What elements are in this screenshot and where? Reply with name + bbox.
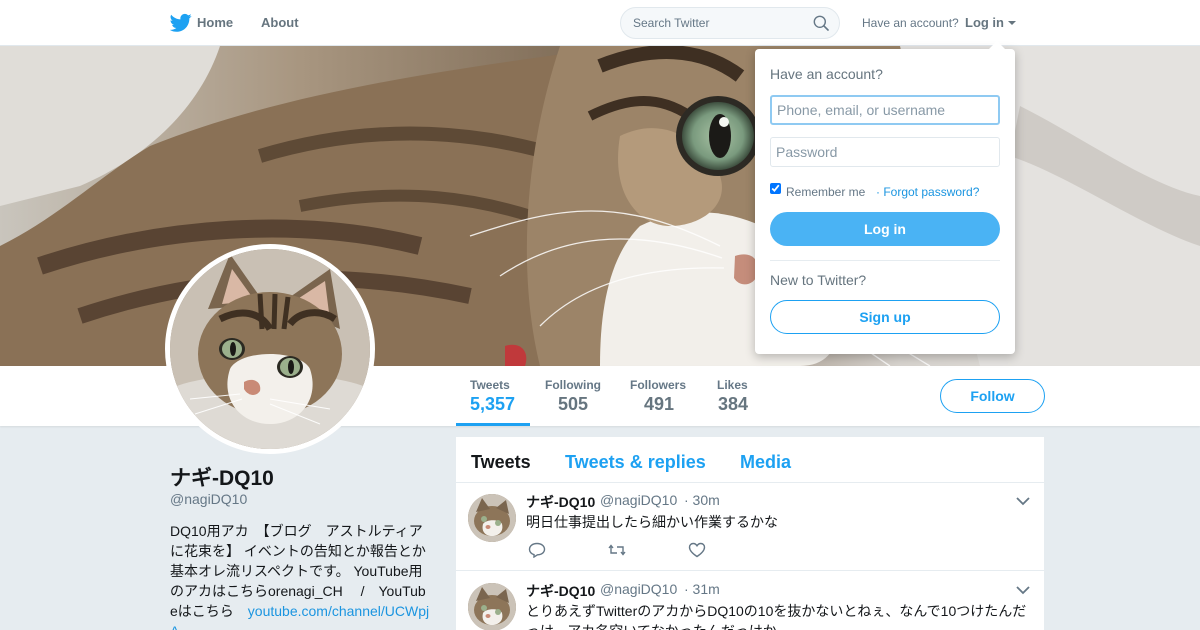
like-heart-icon[interactable] (688, 542, 706, 558)
stat-following-label: Following (545, 378, 601, 392)
tweet-avatar[interactable] (468, 583, 516, 630)
nav-login-link[interactable]: Log in (965, 15, 1004, 30)
stat-tweets-value: 5,357 (470, 394, 516, 414)
tweet-text: とりあえずTwitterのアカからDQ10の10を抜かないとねぇ、なんで10つけ… (526, 603, 1027, 630)
have-account-text: Have an account? (862, 16, 959, 30)
remember-me-checkbox[interactable] (770, 183, 781, 194)
profile-bio: DQ10用アカ 【ブログ アストルティアに花束を】 イベントの告知とか報告とか … (170, 521, 432, 630)
stat-following[interactable]: Following 505 (545, 378, 601, 415)
timeline-tabs: Tweets Tweets & replies Media (456, 437, 1044, 483)
tweet-text: 明日仕事提出したら細かい作業するかな (526, 514, 778, 530)
tweet-item[interactable]: ナギ-DQ10 @nagiDQ10 · 31m とりあえずTwitterのアカか… (456, 572, 1044, 630)
tweet-author-name[interactable]: ナギ-DQ10 (526, 492, 595, 512)
avatar[interactable] (165, 244, 375, 454)
stat-followers[interactable]: Followers 491 (630, 378, 686, 415)
tweet-item[interactable]: ナギ-DQ10 @nagiDQ10 · 30m 明日仕事提出したら細かい作業する… (456, 483, 1044, 571)
stat-likes[interactable]: Likes 384 (717, 378, 748, 415)
search-input[interactable] (633, 14, 803, 32)
username-field[interactable] (770, 95, 1000, 125)
active-stat-underline (456, 423, 530, 426)
password-field[interactable] (770, 137, 1000, 167)
nav-about-link[interactable]: About (261, 15, 299, 30)
stat-followers-value: 491 (644, 394, 675, 414)
timeline: Tweets Tweets & replies Media ナギ-DQ10 @n… (456, 437, 1044, 630)
tweet-avatar[interactable] (468, 494, 516, 542)
stat-tweets[interactable]: Tweets 5,357 (470, 378, 515, 415)
tab-tweets[interactable]: Tweets (471, 452, 531, 473)
login-button[interactable]: Log in (770, 212, 1000, 246)
tweet-author-name[interactable]: ナギ-DQ10 (526, 581, 595, 601)
profile-handle[interactable]: @nagiDQ10 (170, 491, 247, 507)
dropdown-divider (770, 260, 1000, 261)
top-navigation: Home About Have an account? Log in (0, 0, 1200, 46)
tab-media[interactable]: Media (740, 452, 791, 473)
reply-icon[interactable] (528, 542, 546, 558)
forgot-password-link[interactable]: · Forgot password? (876, 185, 979, 199)
chevron-down-icon[interactable] (1016, 496, 1030, 506)
login-dropdown: Have an account? Remember me · Forgot pa… (755, 41, 1015, 354)
chevron-down-icon[interactable] (1008, 21, 1016, 25)
remember-me-label[interactable]: Remember me (786, 185, 865, 199)
tweet-author-handle[interactable]: @nagiDQ10 (600, 492, 677, 508)
tweet-timestamp[interactable]: · 30m (684, 492, 720, 508)
retweet-icon[interactable] (608, 542, 626, 558)
tweet-author-handle[interactable]: @nagiDQ10 (600, 581, 677, 597)
twitter-bird-icon[interactable] (170, 13, 192, 33)
stat-tweets-label: Tweets (470, 378, 510, 392)
nav-home-link[interactable]: Home (197, 15, 233, 30)
chevron-down-icon[interactable] (1016, 585, 1030, 595)
dropdown-arrow (988, 41, 1006, 50)
follow-button[interactable]: Follow (940, 379, 1045, 413)
profile-name: ナギ-DQ10 (170, 467, 274, 490)
new-to-twitter-text: New to Twitter? (770, 272, 867, 288)
tweet-timestamp[interactable]: · 31m (684, 581, 720, 597)
search-box (620, 7, 840, 39)
stat-likes-label: Likes (717, 378, 748, 392)
stat-followers-label: Followers (630, 378, 687, 392)
stat-following-value: 505 (558, 394, 589, 414)
stat-likes-value: 384 (718, 394, 749, 414)
signup-button[interactable]: Sign up (770, 300, 1000, 334)
tab-tweets-replies[interactable]: Tweets & replies (565, 452, 706, 473)
search-icon[interactable] (813, 15, 829, 31)
login-dropdown-title: Have an account? (770, 66, 883, 82)
